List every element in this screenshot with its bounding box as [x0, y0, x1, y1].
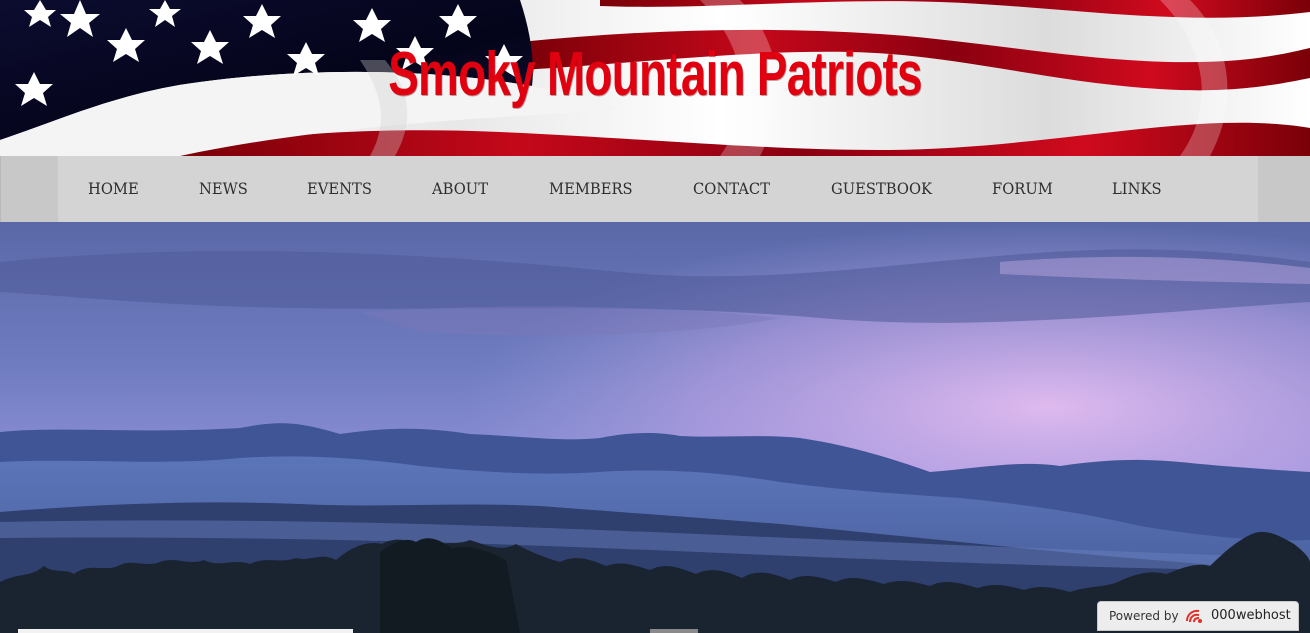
bottom-content-edge — [18, 629, 353, 633]
hero-image — [0, 222, 1310, 633]
header-banner: Smoky Mountain Patriots — [0, 0, 1310, 156]
powered-by-label: Powered by — [1109, 609, 1179, 623]
bottom-scroll-tab — [650, 629, 698, 633]
nav-item-news[interactable]: NEWS — [199, 156, 248, 222]
site-title: Smoky Mountain Patriots — [388, 40, 922, 109]
powered-by-brand: 000webhost — [1211, 608, 1291, 623]
nav-item-contact[interactable]: CONTACT — [693, 156, 770, 222]
nav-item-forum[interactable]: FORUM — [992, 156, 1053, 222]
main-nav: HOME NEWS EVENTS ABOUT MEMBERS CONTACT G… — [58, 156, 1258, 222]
nav-item-about[interactable]: ABOUT — [432, 156, 488, 222]
nav-bar: HOME NEWS EVENTS ABOUT MEMBERS CONTACT G… — [0, 156, 1310, 222]
nav-item-links[interactable]: LINKS — [1112, 156, 1162, 222]
000webhost-logo-icon — [1186, 609, 1202, 623]
nav-item-events[interactable]: EVENTS — [307, 156, 372, 222]
powered-by-badge[interactable]: Powered by 000webhost — [1097, 601, 1299, 631]
mountain-landscape-image — [0, 222, 1310, 633]
nav-item-guestbook[interactable]: GUESTBOOK — [831, 156, 932, 222]
nav-item-members[interactable]: MEMBERS — [549, 156, 633, 222]
nav-item-home[interactable]: HOME — [88, 156, 139, 222]
